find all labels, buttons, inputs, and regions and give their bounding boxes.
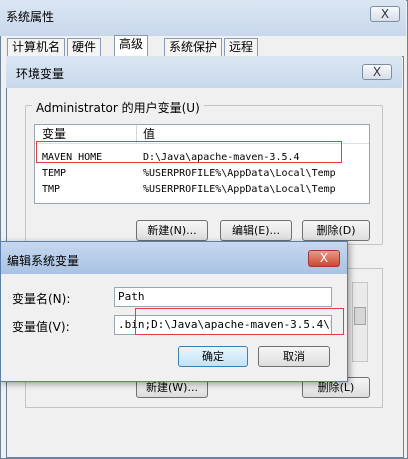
value-highlight xyxy=(135,308,344,335)
tab-advanced[interactable]: 高级 xyxy=(114,35,149,57)
edit-dialog-ok-button[interactable]: 确定 xyxy=(178,346,248,367)
environment-variables-close-button[interactable]: X xyxy=(362,64,392,80)
table-row-value[interactable]: %USERPROFILE%\AppData\Local\Temp xyxy=(143,166,336,181)
table-row-name[interactable]: TEMP xyxy=(42,166,66,181)
user-new-button[interactable]: 新建(N)... xyxy=(136,220,208,241)
variable-value-label: 变量值(V): xyxy=(12,320,70,334)
edit-dialog-title: 编辑系统变量 xyxy=(7,254,80,268)
edit-dialog-cancel-button[interactable]: 取消 xyxy=(258,346,330,367)
table-row-name[interactable]: TMP xyxy=(42,182,60,197)
variable-name-input[interactable]: Path xyxy=(114,287,332,307)
tab-remote[interactable]: 远程 xyxy=(224,38,259,56)
variable-name-label: 变量名(N): xyxy=(12,292,71,306)
user-variables-label: Administrator 的用户变量(U) xyxy=(32,99,204,116)
system-properties-close-button[interactable]: X xyxy=(370,6,400,22)
tab-hardware[interactable]: 硬件 xyxy=(67,38,102,56)
system-properties-titlebar xyxy=(0,0,406,36)
environment-variables-title: 环境变量 xyxy=(16,67,65,81)
tab-computer-name[interactable]: 计算机名 xyxy=(7,38,66,56)
user-edit-button[interactable]: 编辑(E)... xyxy=(220,220,292,241)
user-delete-button[interactable]: 删除(D) xyxy=(302,220,370,241)
edit-dialog-close-button[interactable]: X xyxy=(308,250,340,267)
system-variables-scroll-thumb[interactable] xyxy=(354,307,366,325)
tab-system-protection[interactable]: 系统保护 xyxy=(164,38,223,56)
system-properties-title: 系统属性 xyxy=(6,10,55,24)
maven-home-highlight xyxy=(36,141,342,163)
table-row-value[interactable]: %USERPROFILE%\AppData\Local\Temp xyxy=(143,182,336,197)
environment-variables-titlebar xyxy=(6,56,402,88)
